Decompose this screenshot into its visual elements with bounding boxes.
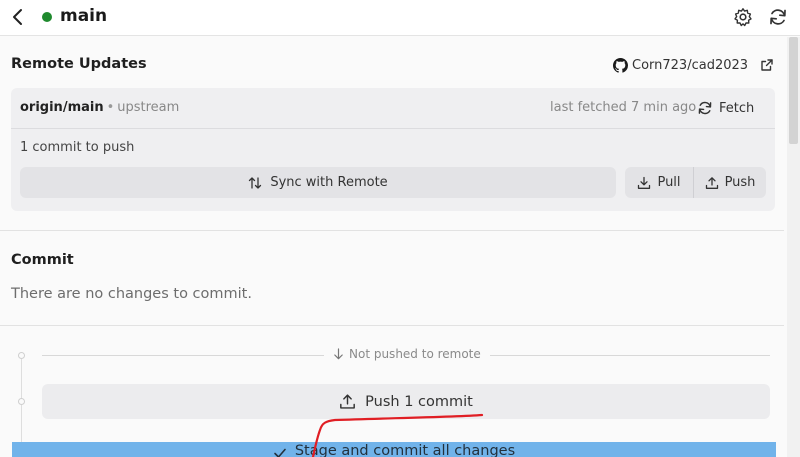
gear-icon bbox=[734, 8, 752, 27]
not-pushed-text: Not pushed to remote bbox=[349, 347, 481, 361]
swap-vertical-icon bbox=[249, 176, 262, 189]
upstream-branch: origin/main bbox=[20, 100, 104, 115]
commits-to-push-text: 1 commit to push bbox=[20, 140, 135, 155]
upstream-info: origin/main • upstream bbox=[20, 100, 179, 115]
repo-link-label[interactable]: Corn723/cad2023 bbox=[632, 58, 748, 73]
push-commit-label[interactable]: Push 1 commit bbox=[365, 394, 473, 410]
external-link-icon bbox=[761, 59, 773, 71]
card-divider bbox=[11, 128, 775, 129]
download-icon bbox=[638, 176, 651, 189]
upstream-label: upstream bbox=[117, 100, 180, 115]
upload-icon bbox=[340, 394, 356, 409]
fetch-label[interactable]: Fetch bbox=[719, 101, 754, 116]
separator-dot: • bbox=[106, 100, 115, 115]
no-changes-text: There are no changes to commit. bbox=[11, 286, 252, 302]
not-pushed-label: Not pushed to remote bbox=[333, 347, 481, 361]
refresh-button[interactable] bbox=[768, 7, 788, 27]
stage-commit-label[interactable]: Stage and commit all changes bbox=[295, 443, 515, 457]
pull-label[interactable]: Pull bbox=[657, 175, 680, 190]
not-pushed-rule-left bbox=[42, 355, 324, 356]
branch-status-dot bbox=[42, 12, 52, 22]
back-button[interactable] bbox=[9, 7, 27, 27]
push-commit-button[interactable]: Push 1 commit bbox=[42, 384, 770, 419]
timeline-node bbox=[18, 352, 25, 359]
branch-title: main bbox=[60, 6, 108, 26]
top-bar: main bbox=[0, 0, 800, 36]
settings-button[interactable] bbox=[733, 7, 753, 27]
refresh-icon bbox=[770, 9, 786, 25]
push-button[interactable]: Push bbox=[694, 167, 766, 198]
not-pushed-rule-right bbox=[490, 355, 770, 356]
commit-title: Commit bbox=[11, 252, 74, 268]
section-divider bbox=[0, 230, 784, 231]
remote-updates-title: Remote Updates bbox=[11, 56, 147, 72]
github-icon bbox=[613, 57, 628, 73]
repo-link[interactable]: Corn723/cad2023 bbox=[613, 56, 774, 74]
timeline-node bbox=[18, 398, 25, 405]
scrollbar-thumb[interactable] bbox=[789, 37, 798, 144]
sync-with-remote-button[interactable]: Sync with Remote bbox=[20, 167, 616, 198]
sync-label[interactable]: Sync with Remote bbox=[270, 175, 387, 190]
push-label[interactable]: Push bbox=[725, 175, 756, 190]
fetch-button[interactable]: Fetch bbox=[697, 96, 754, 120]
section-divider bbox=[0, 325, 784, 326]
last-fetched-text: last fetched 7 min ago bbox=[550, 100, 697, 115]
checkmark-icon bbox=[274, 448, 286, 457]
stage-and-commit-button[interactable]: Stage and commit all changes bbox=[12, 442, 776, 457]
refresh-icon bbox=[698, 101, 712, 115]
chevron-left-icon bbox=[13, 9, 22, 25]
upload-icon bbox=[705, 176, 718, 189]
arrow-down-icon bbox=[334, 348, 343, 360]
pull-button[interactable]: Pull bbox=[625, 167, 693, 198]
